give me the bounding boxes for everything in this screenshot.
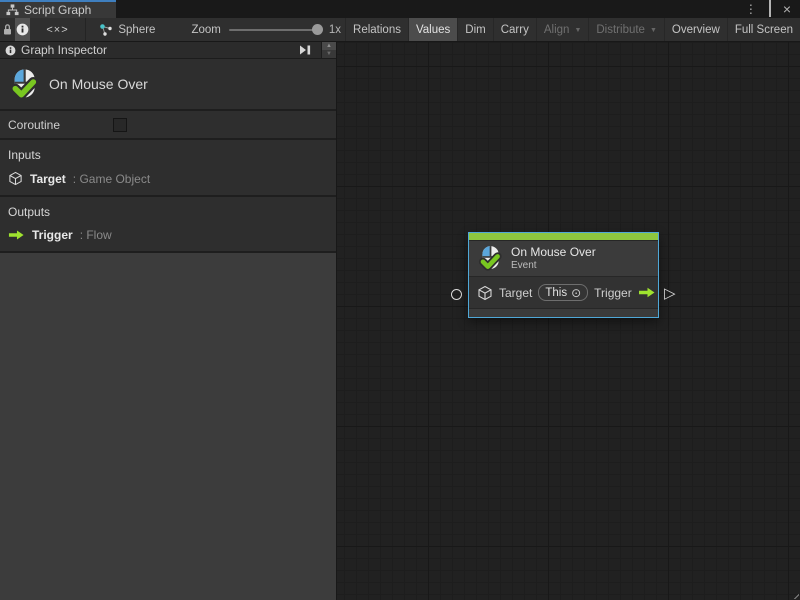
toolbar-button-group: Relations Values Dim Carry Align ▼ Distr… [345,18,800,41]
zoom-slider[interactable] [229,29,321,31]
graph-inspector-panel: Graph Inspector ▲ ▼ [0,42,337,600]
lock-icon [2,23,13,36]
outputs-section: Outputs Trigger : Flow [0,197,336,253]
variables-toggle-button[interactable]: <×> [30,18,84,41]
window-close-icon[interactable]: × [780,2,794,16]
overview-button[interactable]: Overview [664,18,727,41]
output-port-row: Trigger : Flow [0,224,336,251]
coroutine-row: Coroutine [0,111,336,140]
distribute-dropdown[interactable]: Distribute ▼ [588,18,664,41]
port-type: : Flow [80,228,112,242]
zoom-label: Zoom [191,24,220,36]
cube-icon [8,171,23,186]
dim-button[interactable]: Dim [457,18,492,41]
flow-arrow-icon [638,286,656,299]
on-mouse-over-icon [8,68,40,100]
inputs-heading: Inputs [0,140,336,167]
input-port-row: Target : Game Object [0,167,336,195]
graph-inspector-header: Graph Inspector ▲ ▼ [0,42,336,59]
scroll-down-button[interactable]: ▼ [322,50,336,58]
graph-tree-icon [6,4,19,16]
inspector-toggle-button[interactable] [15,18,30,41]
inspector-title: Graph Inspector [21,43,289,57]
carry-button[interactable]: Carry [493,18,536,41]
port-name: Target [30,172,66,186]
caret-down-icon: ▼ [574,27,581,34]
target-port-label: Target [499,286,532,300]
relations-button[interactable]: Relations [345,18,408,41]
node-selected-accent [469,233,658,241]
object-picker-icon[interactable]: ⊙ [571,286,581,300]
on-mouse-over-node[interactable]: On Mouse Over Event Target This ⊙ [468,232,659,318]
code-icon: <×> [46,24,68,36]
on-mouse-over-icon [477,245,503,271]
align-dropdown[interactable]: Align ▼ [536,18,589,41]
node-subtitle: Event [511,260,596,271]
cube-icon [477,285,493,301]
node-port-row: Target This ⊙ Trigger [469,277,658,309]
unit-title: On Mouse Over [49,76,148,92]
graph-canvas[interactable]: ▷ On Mouse Ov [337,42,800,600]
graph-toolbar: <×> Sphere Zoom 1x Relations [0,18,800,42]
node-footer [469,309,658,317]
window-controls: ⋮ × [742,0,800,18]
info-icon [16,23,29,36]
node-output-flow-port[interactable]: ▷ [664,286,676,301]
tab-label: Script Graph [24,3,91,17]
full-screen-button[interactable]: Full Screen [727,18,800,41]
flow-arrow-icon [8,229,25,241]
coroutine-label: Coroutine [8,118,60,132]
inspector-empty-area [0,253,336,600]
caret-down-icon: ▼ [650,27,657,34]
window-maximize-icon[interactable] [766,3,774,15]
main-area: Graph Inspector ▲ ▼ [0,42,800,600]
graph-owner-chip[interactable]: Sphere [85,18,165,41]
zoom-control: Zoom 1x [165,18,345,41]
values-button[interactable]: Values [408,18,457,41]
node-input-flow-port[interactable] [451,289,462,300]
zoom-value: 1x [329,24,341,36]
tab-bar: Script Graph ⋮ × [0,0,800,18]
port-name: Trigger [32,228,73,242]
unit-title-block: On Mouse Over [0,59,336,111]
trigger-port-label: Trigger [594,286,632,300]
info-icon [5,45,16,56]
lock-button[interactable] [0,18,15,41]
dock-right-icon [298,45,312,55]
node-graph-icon [99,23,113,37]
target-value-button[interactable]: This ⊙ [538,284,588,301]
tab-script-graph[interactable]: Script Graph [0,0,116,18]
graph-owner-label: Sphere [118,24,155,36]
port-type: : Game Object [73,172,150,186]
dock-panel-button[interactable] [294,45,316,55]
coroutine-checkbox[interactable] [113,118,127,132]
outputs-heading: Outputs [0,197,336,224]
script-graph-window: Script Graph ⋮ × [0,0,800,600]
inputs-section: Inputs Target : Game Object [0,140,336,197]
window-resize-grip[interactable] [789,589,799,599]
node-title: On Mouse Over [511,245,596,259]
inspector-scrollbar: ▲ ▼ [321,42,336,58]
zoom-slider-knob[interactable] [312,24,323,35]
window-menu-icon[interactable]: ⋮ [742,3,760,15]
node-header[interactable]: On Mouse Over Event [469,241,658,277]
scroll-up-button[interactable]: ▲ [322,42,336,50]
